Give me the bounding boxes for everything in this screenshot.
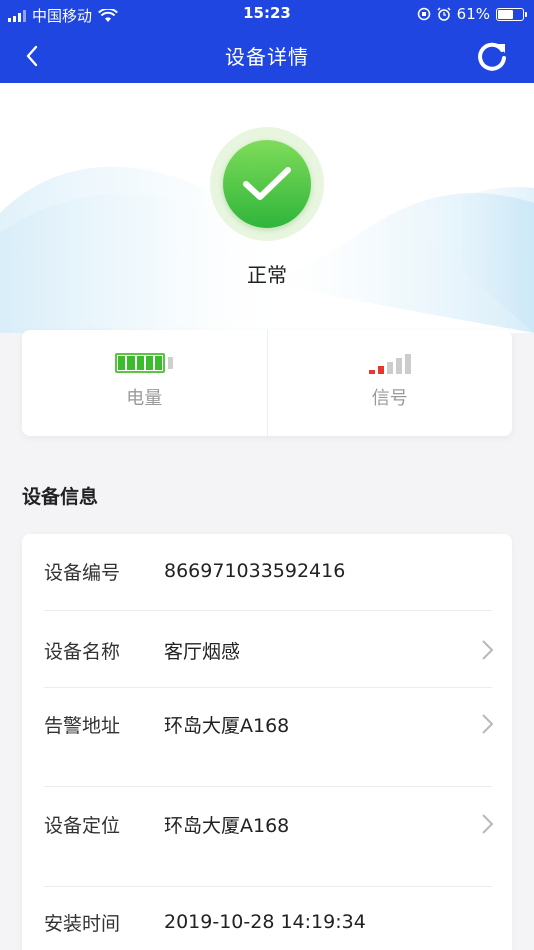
status-battery-icon xyxy=(496,7,527,21)
row-label: 设备定位 xyxy=(44,814,121,837)
status-bar: 中国移动 15:23 61% xyxy=(0,0,534,28)
battery-indicator: 电量 xyxy=(22,330,267,436)
signal-indicator: 信号 xyxy=(266,330,513,436)
signal-bar xyxy=(395,358,402,374)
info-row-device-location[interactable]: 设备定位 环岛大厦A168 xyxy=(44,806,494,842)
signal-bar xyxy=(386,362,393,374)
battery-segment xyxy=(127,356,135,370)
battery-label: 电量 xyxy=(126,388,163,409)
info-row-install-time: 安装时间 2019-10-28 14:19:34 xyxy=(44,904,492,940)
battery-segment xyxy=(118,356,126,370)
section-title: 设备信息 xyxy=(22,486,99,508)
row-value: 866971033592416 xyxy=(164,560,346,582)
device-info-card: 设备编号 866971033592416 设备名称 客厅烟感 告警地址 环岛大厦… xyxy=(22,534,512,950)
status-hero: 正常 xyxy=(0,83,534,333)
orientation-lock-icon xyxy=(417,7,430,21)
chevron-right-icon xyxy=(482,814,494,834)
status-indicator xyxy=(210,127,324,241)
row-label: 告警地址 xyxy=(44,714,121,737)
row-label: 设备编号 xyxy=(44,561,121,584)
chevron-right-icon xyxy=(482,640,494,660)
chevron-right-icon xyxy=(482,714,494,734)
battery-tip xyxy=(168,357,174,369)
row-value: 2019-10-28 14:19:34 xyxy=(164,911,366,933)
page-title: 设备详情 xyxy=(225,45,309,69)
info-row-device-name[interactable]: 设备名称 客厅烟感 xyxy=(44,632,494,668)
refresh-icon xyxy=(478,42,506,71)
signal-label: 信号 xyxy=(371,388,408,409)
row-value: 客厅烟感 xyxy=(164,640,241,663)
row-value: 环岛大厦A168 xyxy=(164,814,290,837)
battery-percent: 61% xyxy=(456,5,490,23)
nav-bar: 设备详情 xyxy=(0,28,534,83)
battery-icon xyxy=(115,352,174,374)
divider xyxy=(44,687,492,688)
info-row-device-id: 设备编号 866971033592416 xyxy=(44,556,492,586)
battery-segment xyxy=(155,356,163,370)
divider xyxy=(44,610,492,611)
status-circle xyxy=(223,140,311,228)
row-value: 环岛大厦A168 xyxy=(164,714,290,737)
signal-icon xyxy=(368,352,411,374)
battery-segment xyxy=(145,356,154,370)
alarm-icon xyxy=(437,7,451,21)
indicator-card: 电量 信号 xyxy=(22,330,512,436)
info-row-alarm-address[interactable]: 告警地址 环岛大厦A168 xyxy=(44,706,494,742)
status-text: 正常 xyxy=(247,263,287,287)
divider xyxy=(44,786,492,787)
signal-bar xyxy=(404,354,411,374)
battery-segment xyxy=(136,356,144,370)
signal-bar xyxy=(368,370,375,374)
signal-bar xyxy=(377,366,384,374)
status-bar-right: 61% xyxy=(417,5,527,23)
divider xyxy=(44,886,492,887)
battery-body xyxy=(115,353,166,373)
row-label: 安装时间 xyxy=(44,912,121,935)
check-icon xyxy=(243,167,291,200)
refresh-button[interactable] xyxy=(472,36,512,76)
row-label: 设备名称 xyxy=(44,640,121,663)
